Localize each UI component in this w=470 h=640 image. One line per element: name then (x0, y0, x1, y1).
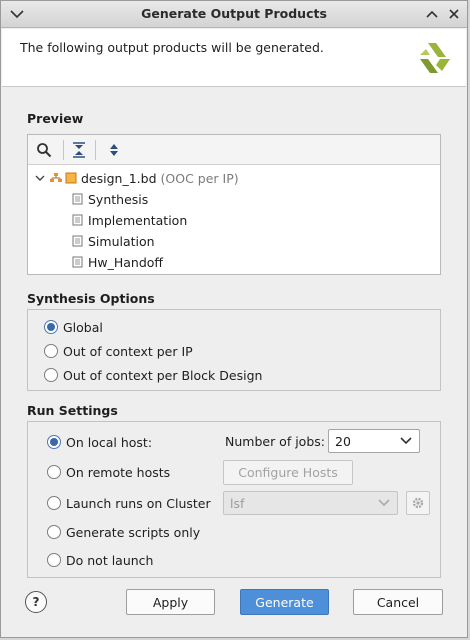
search-icon[interactable] (33, 139, 55, 161)
number-of-jobs-value: 20 (335, 433, 351, 449)
file-icon (72, 214, 83, 226)
cluster-value: lsf (230, 495, 245, 511)
radio-label: Launch runs on Cluster (66, 495, 211, 511)
radio-button[interactable] (44, 344, 58, 358)
xilinx-logo-icon (420, 43, 450, 73)
radio-button[interactable] (44, 368, 58, 382)
radio-label: Do not launch (66, 552, 154, 568)
title-bar[interactable]: Generate Output Products (1, 1, 467, 28)
tree-root-suffix: (OOC per IP) (160, 170, 239, 186)
tree-item-label: Implementation (88, 212, 188, 228)
expand-all-icon[interactable] (103, 139, 125, 161)
tree-item-label: Simulation (88, 233, 155, 249)
collapse-all-icon[interactable] (68, 139, 90, 161)
chevron-down-icon (378, 499, 390, 507)
run-settings-title: Run Settings (27, 403, 118, 418)
synthesis-options-title: Synthesis Options (27, 291, 155, 306)
radio-generate-scripts-only[interactable]: Generate scripts only (47, 522, 200, 542)
tree-item-label: Hw_Handoff (88, 254, 164, 270)
dialog-header: The following output products will be ge… (2, 29, 466, 87)
tree-root-label: design_1.bd (81, 170, 157, 186)
preview-section-title: Preview (27, 111, 84, 126)
radio-button[interactable] (47, 496, 61, 510)
radio-label: On remote hosts (66, 464, 171, 480)
help-button[interactable]: ? (25, 591, 47, 613)
number-of-jobs-select[interactable]: 20 (328, 429, 420, 453)
chevron-down-icon (400, 437, 412, 445)
window-title: Generate Output Products (141, 6, 327, 21)
tree-item-hw-handoff[interactable]: Hw_Handoff (72, 252, 163, 272)
chevron-down-icon[interactable] (34, 172, 46, 184)
radio-button[interactable] (47, 435, 61, 449)
radio-button[interactable] (47, 553, 61, 567)
radio-label: Generate scripts only (66, 524, 201, 540)
preview-toolbar (28, 135, 440, 165)
generate-output-products-dialog: Generate Output Products The following o… (0, 0, 468, 638)
configure-hosts-button[interactable]: Configure Hosts (223, 460, 353, 485)
tree-item-label: Synthesis (88, 191, 149, 207)
ip-block-icon (65, 172, 77, 184)
apply-button[interactable]: Apply (126, 589, 215, 615)
toolbar-separator (95, 140, 96, 160)
file-icon (72, 256, 83, 268)
gear-icon (412, 497, 424, 509)
radio-local-host[interactable]: On local host: (47, 432, 152, 452)
header-description: The following output products will be ge… (20, 40, 324, 55)
radio-global[interactable]: Global (44, 317, 103, 337)
radio-ooc-per-block-design[interactable]: Out of context per Block Design (44, 365, 262, 385)
cancel-button[interactable]: Cancel (353, 589, 443, 615)
tree-root-design[interactable]: design_1.bd (OOC per IP) (34, 168, 239, 188)
generate-button[interactable]: Generate (240, 589, 329, 615)
toolbar-separator (63, 140, 64, 160)
tree-item-synthesis[interactable]: Synthesis (72, 189, 148, 209)
file-icon (72, 235, 83, 247)
radio-label: On local host: (66, 434, 153, 450)
radio-label: Global (63, 319, 103, 335)
radio-ooc-per-ip[interactable]: Out of context per IP (44, 341, 193, 361)
radio-label: Out of context per Block Design (63, 367, 263, 383)
minimize-icon[interactable] (422, 4, 442, 24)
radio-label: Out of context per IP (63, 343, 193, 359)
radio-remote-hosts[interactable]: On remote hosts (47, 462, 170, 482)
cluster-settings-button[interactable] (406, 491, 430, 515)
tree-item-implementation[interactable]: Implementation (72, 210, 187, 230)
block-design-icon (50, 173, 62, 182)
cluster-select[interactable]: lsf (223, 491, 398, 515)
file-icon (72, 193, 83, 205)
radio-do-not-launch[interactable]: Do not launch (47, 550, 153, 570)
close-icon[interactable] (444, 4, 464, 24)
tree-item-simulation[interactable]: Simulation (72, 231, 155, 251)
radio-button[interactable] (44, 320, 58, 334)
number-of-jobs-label: Number of jobs: (225, 434, 325, 449)
radio-button[interactable] (47, 525, 61, 539)
radio-button[interactable] (47, 465, 61, 479)
radio-launch-on-cluster[interactable]: Launch runs on Cluster (47, 493, 211, 513)
